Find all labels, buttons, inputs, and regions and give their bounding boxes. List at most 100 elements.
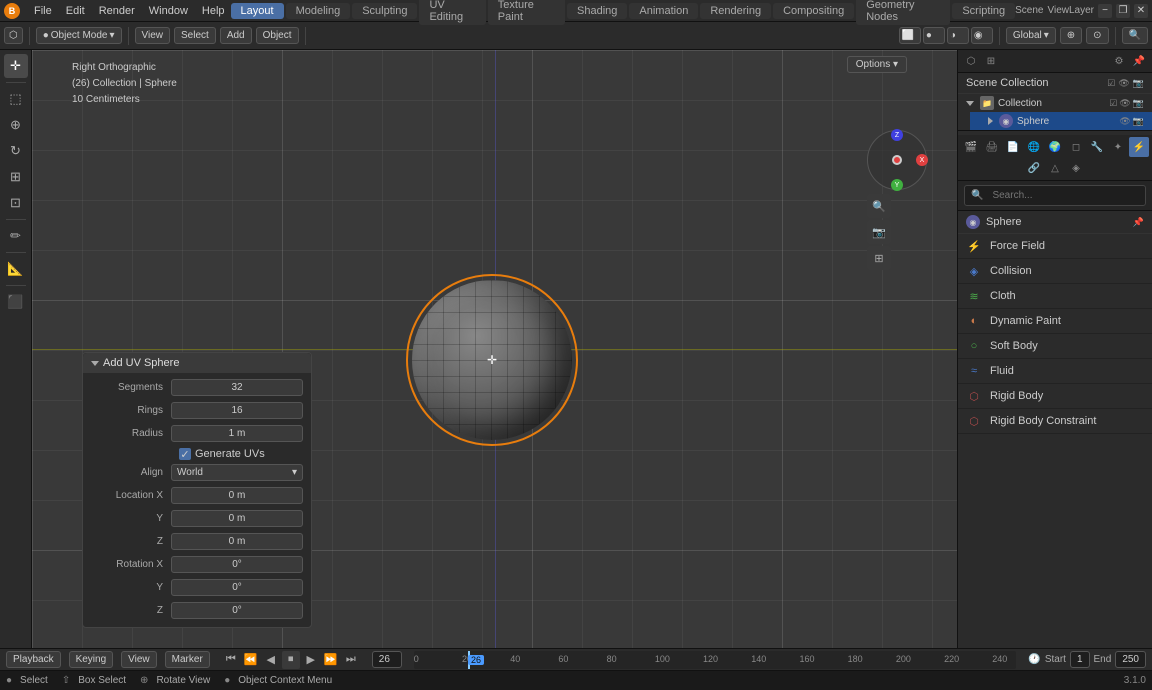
end-frame-input[interactable]: 250 (1115, 651, 1146, 668)
tab-scripting[interactable]: Scripting (952, 3, 1015, 19)
sc-checkbox-icon[interactable]: ☑ (1107, 78, 1115, 89)
rp-scene-btn[interactable]: ⬡ (962, 52, 980, 70)
location-y-input[interactable]: 0 m (171, 510, 303, 527)
annotate-btn[interactable]: ✏ (4, 224, 28, 248)
search-btn[interactable]: 🔍 (1122, 27, 1148, 44)
add-cube-btn[interactable]: ⬛ (4, 290, 28, 314)
prop-scene-icon[interactable]: 🌐 (1024, 137, 1044, 157)
view-menu-btn[interactable]: View (135, 27, 171, 44)
timeline-scrubber[interactable]: 0 20 26 40 60 80 100 120 140 160 180 200… (414, 651, 1017, 669)
prop-particles-icon[interactable]: ✦ (1108, 137, 1128, 157)
gizmo-z-axis[interactable]: Z (891, 129, 903, 141)
wireframe-shading-btn[interactable]: ⬜ (899, 27, 921, 44)
camera-btn[interactable]: 📷 (867, 220, 891, 244)
tab-geometry-nodes[interactable]: Geometry Nodes (856, 0, 950, 25)
grid-btn[interactable]: ⊞ (867, 246, 891, 270)
object-menu-btn[interactable]: Object (256, 27, 299, 44)
prop-material-icon[interactable]: ◈ (1066, 158, 1086, 178)
tab-shading[interactable]: Shading (567, 3, 627, 19)
rp-filter-btn[interactable]: ⊞ (982, 52, 1000, 70)
keying-menu-btn[interactable]: Keying (69, 651, 114, 668)
menu-help[interactable]: Help (196, 3, 231, 19)
scale-btn[interactable]: ⊞ (4, 165, 28, 189)
phys-item-dynamic-paint[interactable]: ◐ Dynamic Paint (958, 309, 1152, 334)
panel-header[interactable]: Add UV Sphere (83, 353, 311, 373)
start-frame-input[interactable]: 1 (1070, 651, 1090, 668)
phys-item-rigid-body[interactable]: ⬡ Rigid Body (958, 384, 1152, 409)
tab-layout[interactable]: Layout (231, 3, 284, 19)
sphere-mesh[interactable]: ✛ (412, 280, 572, 440)
global-btn[interactable]: Global ▾ (1006, 27, 1056, 44)
generate-uvs-checkbox[interactable]: ✓ (179, 448, 191, 460)
segments-input[interactable]: 32 (171, 379, 303, 396)
snap-toggle-btn[interactable]: ⊕ (1060, 27, 1082, 44)
rotate-btn[interactable]: ↻ (4, 139, 28, 163)
sc-item-sphere[interactable]: ◉ Sphere 👁 📷 (970, 112, 1152, 130)
play-btn[interactable]: ▶ (302, 651, 320, 669)
cursor-tool-btn[interactable]: ✛ (4, 54, 28, 78)
tab-modeling[interactable]: Modeling (286, 3, 351, 19)
sc-eye-icon[interactable]: 👁 (1118, 78, 1129, 89)
prop-data-icon[interactable]: △ (1045, 158, 1065, 178)
prop-output-icon[interactable]: 🖨 (982, 137, 1002, 157)
add-menu-btn[interactable]: Add (220, 27, 252, 44)
measure-btn[interactable]: 📐 (4, 257, 28, 281)
sc-sphere-eye-icon[interactable]: 👁 (1119, 116, 1130, 127)
phys-item-fluid[interactable]: ≈ Fluid (958, 359, 1152, 384)
prop-world-icon[interactable]: 🌍 (1045, 137, 1065, 157)
win-close-btn[interactable]: ✕ (1134, 4, 1148, 18)
sc-collection-eye-icon[interactable]: ☑ (1109, 98, 1117, 109)
sc-collection-cam-icon[interactable]: 📷 (1133, 98, 1144, 109)
radius-input[interactable]: 1 m (171, 425, 303, 442)
rings-input[interactable]: 16 (171, 402, 303, 419)
tab-texture-paint[interactable]: Texture Paint (488, 0, 565, 25)
phys-item-force-field[interactable]: ⚡ Force Field (958, 234, 1152, 259)
marker-menu-btn[interactable]: Marker (165, 651, 210, 668)
prop-constraints-icon[interactable]: 🔗 (1024, 158, 1044, 178)
menu-render[interactable]: Render (93, 3, 141, 19)
tab-animation[interactable]: Animation (629, 3, 698, 19)
sc-sphere-cam-icon[interactable]: 📷 (1133, 116, 1144, 127)
phys-item-collision[interactable]: ◈ Collision (958, 259, 1152, 284)
viewport[interactable]: Right Orthographic (26) Collection | Sph… (32, 50, 957, 648)
menu-edit[interactable]: Edit (60, 3, 91, 19)
prop-render-icon[interactable]: 🎬 (961, 137, 981, 157)
menu-window[interactable]: Window (143, 3, 194, 19)
tab-uv-editing[interactable]: UV Editing (419, 0, 485, 25)
gizmo-x-axis[interactable]: X (916, 154, 928, 166)
select-menu-btn[interactable]: Select (174, 27, 216, 44)
proportional-edit-btn[interactable]: ⊙ (1086, 27, 1108, 44)
phys-item-rigid-body-constraint[interactable]: ⬡ Rigid Body Constraint (958, 409, 1152, 434)
sc-collection-vis-icon[interactable]: 👁 (1119, 98, 1130, 109)
location-z-input[interactable]: 0 m (171, 533, 303, 550)
transform-btn[interactable]: ⊡ (4, 191, 28, 215)
sc-camera-icon[interactable]: 📷 (1133, 78, 1144, 89)
rotation-y-input[interactable]: 0° (171, 579, 303, 596)
playback-menu-btn[interactable]: Playback (6, 651, 61, 668)
tab-sculpting[interactable]: Sculpting (352, 3, 417, 19)
move-btn[interactable]: ⊕ (4, 113, 28, 137)
sc-item-collection[interactable]: 📁 Collection ☑ 👁 📷 (958, 94, 1152, 112)
menu-file[interactable]: File (28, 3, 58, 19)
prop-physics-icon[interactable]: ⚡ (1129, 137, 1149, 157)
viewport-gizmo[interactable]: Z X Y 🔍 📷 ⊞ (867, 130, 927, 210)
physics-search-input[interactable] (986, 188, 1139, 203)
prop-modifier-icon[interactable]: 🔧 (1087, 137, 1107, 157)
zoom-in-btn[interactable]: 🔍 (867, 194, 891, 218)
solid-shading-btn[interactable]: ● (923, 27, 945, 44)
win-minimize-btn[interactable]: − (1098, 4, 1112, 18)
rotation-z-input[interactable]: 0° (171, 602, 303, 619)
align-select[interactable]: World ▾ (171, 464, 303, 481)
location-x-input[interactable]: 0 m (171, 487, 303, 504)
material-shading-btn[interactable]: ◑ (947, 27, 969, 44)
tab-compositing[interactable]: Compositing (773, 3, 854, 19)
prop-object-icon[interactable]: ◻ (1066, 137, 1086, 157)
gizmo-y-axis[interactable]: Y (891, 179, 903, 191)
object-mode-btn[interactable]: ● Object Mode ▾ (36, 27, 122, 44)
phys-item-soft-body[interactable]: ○ Soft Body (958, 334, 1152, 359)
phys-item-cloth[interactable]: ≋ Cloth (958, 284, 1152, 309)
rotation-x-input[interactable]: 0° (171, 556, 303, 573)
stop-btn[interactable]: ⏹ (282, 651, 300, 669)
current-frame-input[interactable]: 26 (372, 651, 402, 668)
frame-next-btn[interactable]: ⏩ (322, 651, 340, 669)
